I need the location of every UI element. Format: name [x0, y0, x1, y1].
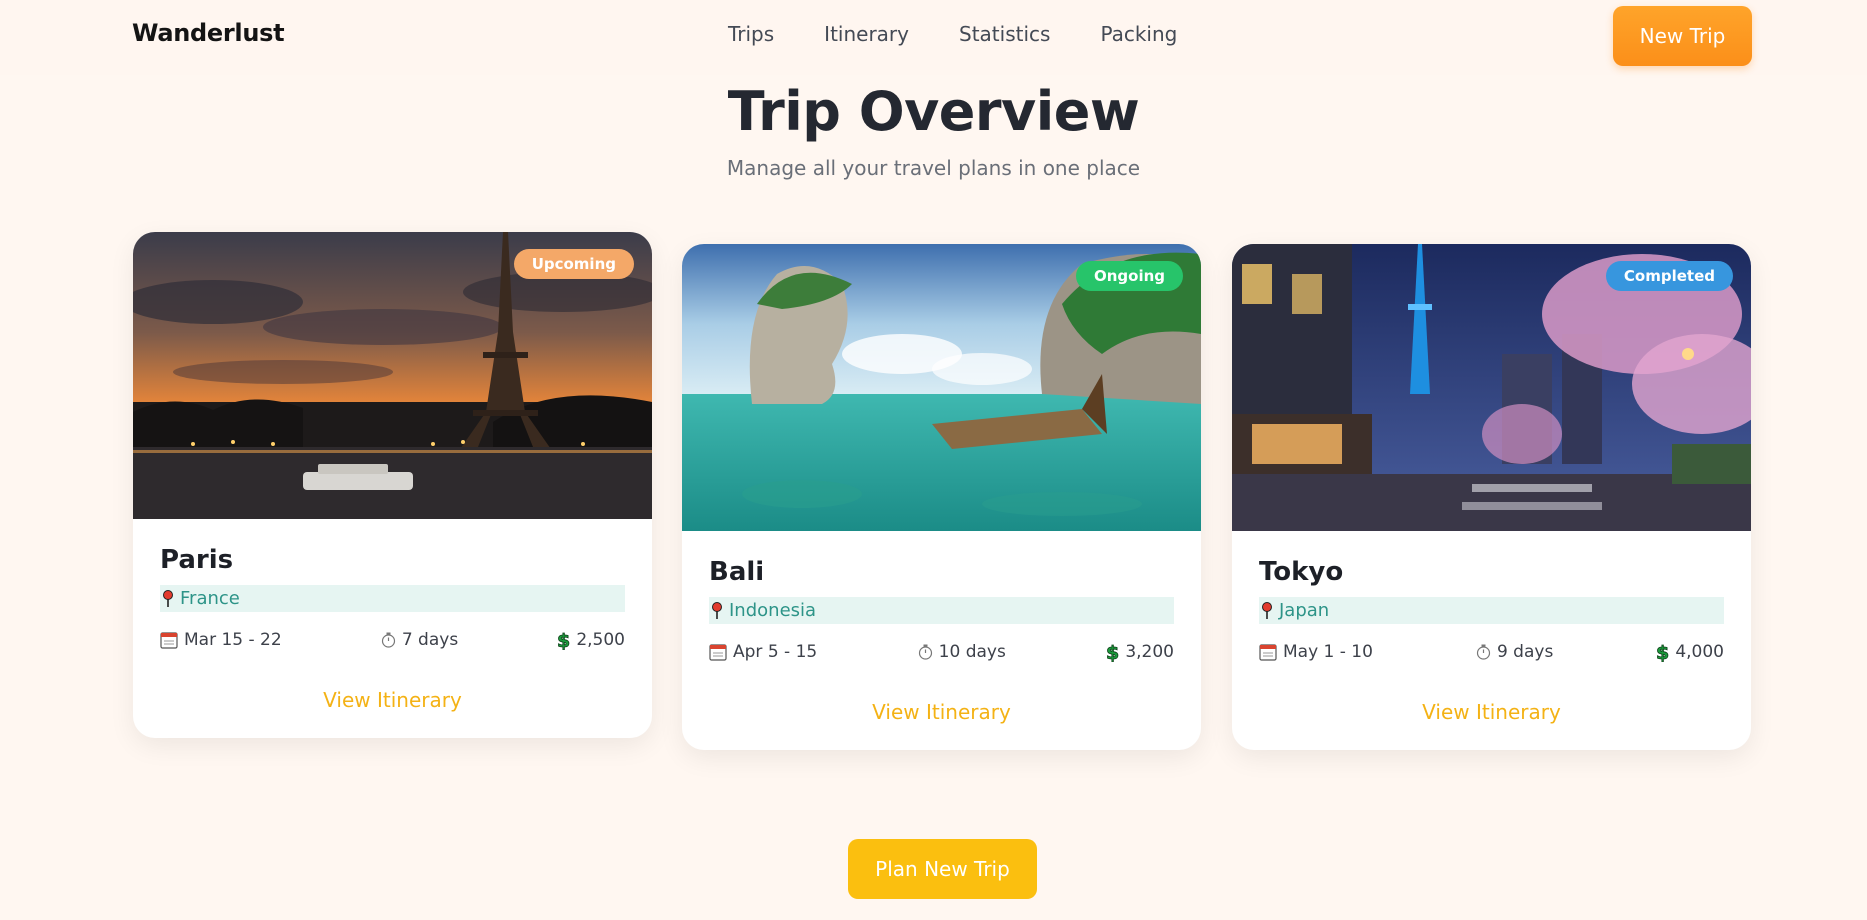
nav-link-statistics[interactable]: Statistics: [959, 22, 1050, 46]
nav-link-packing[interactable]: Packing: [1100, 22, 1177, 46]
new-trip-button[interactable]: New Trip: [1613, 6, 1752, 66]
view-itinerary-link[interactable]: View Itinerary: [1259, 700, 1724, 724]
trip-card-body: Tokyo Japan May 1 - 10 9 days $ 4,000 Vi…: [1232, 531, 1751, 750]
view-itinerary-link[interactable]: View Itinerary: [709, 700, 1174, 724]
status-badge-ongoing: Ongoing: [1075, 261, 1183, 291]
trip-country: Japan: [1259, 597, 1724, 624]
trip-budget-label: 3,200: [1125, 642, 1174, 662]
trip-meta-row: May 1 - 10 9 days $ 4,000: [1259, 642, 1724, 662]
trip-duration: 7 days: [381, 630, 458, 650]
status-badge-upcoming: Upcoming: [513, 249, 634, 279]
nav-links: Trips Itinerary Statistics Packing: [728, 22, 1177, 46]
calendar-icon: [1259, 643, 1277, 661]
status-badge-completed: Completed: [1605, 261, 1733, 291]
trip-city: Bali: [709, 557, 765, 587]
trip-dates: May 1 - 10: [1259, 642, 1373, 662]
trip-duration-label: 10 days: [938, 642, 1006, 662]
stopwatch-icon: [1476, 644, 1491, 660]
trip-card-body: Paris France Mar 15 - 22 7 days $ 2,500 …: [133, 519, 652, 738]
calendar-icon: [160, 631, 178, 649]
calendar-icon: [709, 643, 727, 661]
page-title: Trip Overview: [727, 80, 1140, 143]
plan-new-trip-button[interactable]: Plan New Trip: [848, 839, 1037, 899]
dollar-icon: $: [1106, 642, 1119, 662]
nav-link-trips[interactable]: Trips: [728, 22, 774, 46]
trip-image-paris: Upcoming: [133, 232, 652, 519]
trip-country-label: France: [180, 588, 240, 609]
trip-dates: Mar 15 - 22: [160, 630, 282, 650]
pin-icon: [160, 589, 176, 608]
trip-meta-row: Mar 15 - 22 7 days $ 2,500: [160, 630, 625, 650]
trip-dates: Apr 5 - 15: [709, 642, 817, 662]
trip-budget: $ 3,200: [1106, 642, 1174, 662]
brand-logo[interactable]: Wanderlust: [132, 19, 285, 47]
trip-city: Paris: [160, 545, 234, 575]
trip-duration: 10 days: [918, 642, 1006, 662]
top-navbar: Wanderlust Trips Itinerary Statistics Pa…: [0, 0, 1867, 75]
dollar-icon: $: [557, 630, 570, 650]
trip-card-tokyo[interactable]: Completed Tokyo Japan May 1 - 10 9 days: [1232, 244, 1751, 750]
trip-budget: $ 2,500: [557, 630, 625, 650]
trip-dates-label: Apr 5 - 15: [733, 642, 818, 662]
svg-text:$: $: [1656, 642, 1669, 662]
trip-duration: 9 days: [1476, 642, 1553, 662]
trip-country: Indonesia: [709, 597, 1174, 624]
page-subtitle: Manage all your travel plans in one plac…: [726, 156, 1141, 180]
trip-city: Tokyo: [1259, 557, 1344, 587]
trip-card-bali[interactable]: Ongoing Bali Indonesia Apr 5 - 15 10 day…: [682, 244, 1201, 750]
trip-budget: $ 4,000: [1656, 642, 1724, 662]
trip-card-paris[interactable]: Upcoming Paris France Mar 15 - 22 7 days: [133, 232, 652, 738]
trip-image-bali: Ongoing: [682, 244, 1201, 531]
trip-budget-label: 4,000: [1675, 642, 1724, 662]
pin-icon: [709, 601, 725, 620]
view-itinerary-link[interactable]: View Itinerary: [160, 688, 625, 712]
dollar-icon: $: [1656, 642, 1669, 662]
stopwatch-icon: [381, 632, 396, 648]
trip-country-label: Indonesia: [729, 600, 817, 621]
trip-dates-label: Mar 15 - 22: [184, 630, 282, 650]
trip-duration-label: 9 days: [1496, 642, 1554, 662]
svg-text:$: $: [557, 630, 570, 650]
trip-meta-row: Apr 5 - 15 10 days $ 3,200: [709, 642, 1174, 662]
trip-image-tokyo: Completed: [1232, 244, 1751, 531]
trip-dates-label: May 1 - 10: [1283, 642, 1373, 662]
pin-icon: [1259, 601, 1275, 620]
trip-budget-label: 2,500: [576, 630, 625, 650]
trip-card-body: Bali Indonesia Apr 5 - 15 10 days $ 3,20…: [682, 531, 1201, 750]
trip-country-label: Japan: [1279, 600, 1330, 621]
trip-duration-label: 7 days: [401, 630, 459, 650]
svg-text:$: $: [1106, 642, 1119, 662]
stopwatch-icon: [918, 644, 933, 660]
trip-country: France: [160, 585, 625, 612]
nav-link-itinerary[interactable]: Itinerary: [824, 22, 909, 46]
